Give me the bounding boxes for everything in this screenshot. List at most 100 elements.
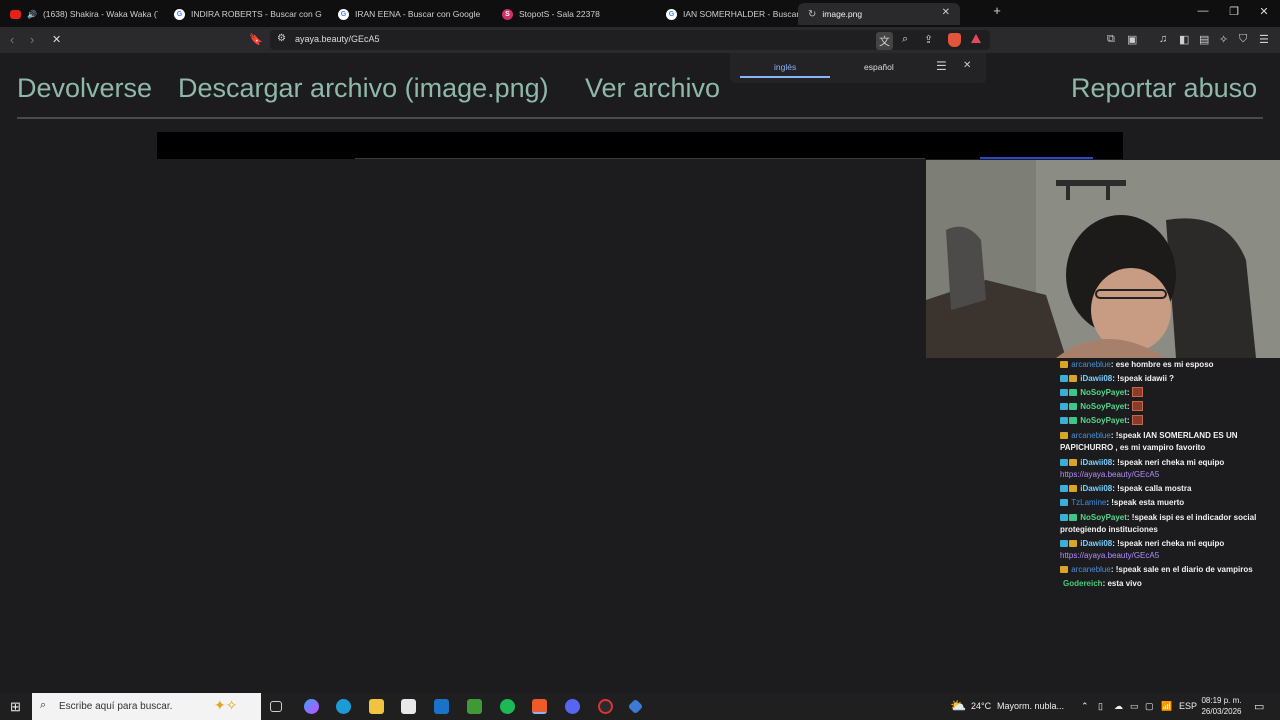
back-icon[interactable]: ‹: [10, 32, 14, 47]
tray-icon-3[interactable]: ▭: [1130, 701, 1139, 712]
site-settings-icon[interactable]: ⚙: [277, 33, 286, 44]
edge-icon[interactable]: [336, 699, 351, 714]
windows-taskbar: ⊞ ⌕ Escribe aquí para buscar. ✦✧ ⛅ 24°C …: [0, 693, 1280, 720]
sub-badge-icon: [1060, 361, 1068, 368]
leo-ai-icon[interactable]: ✧: [1219, 33, 1228, 46]
close-tab-icon[interactable]: ✕: [942, 7, 950, 18]
search-placeholder[interactable]: Escribe aquí para buscar.: [59, 701, 172, 712]
network-icon[interactable]: 📶: [1161, 701, 1172, 712]
notifications-icon[interactable]: ▭: [1254, 700, 1264, 713]
weather-desc[interactable]: Mayorm. nubla...: [997, 701, 1064, 711]
chat-message: iDawii08: !speak idawii ?: [1060, 373, 1278, 385]
chat-username[interactable]: NoSoyPayet: [1080, 416, 1127, 425]
discord-icon[interactable]: [565, 699, 580, 714]
tray-icon-2[interactable]: ☁: [1114, 701, 1123, 712]
chat-username[interactable]: iDawii08: [1080, 539, 1112, 548]
tab-image-png[interactable]: ↻ image.png ✕: [798, 3, 960, 25]
image-preview: [157, 132, 1123, 159]
webcam-overlay: [926, 160, 1280, 358]
stop-loading-icon[interactable]: ✕: [52, 33, 61, 46]
tab-google-indira[interactable]: G INDIRA ROBERTS - Buscar con Googl: [164, 3, 322, 25]
chat-username[interactable]: iDawii08: [1080, 458, 1112, 467]
chat-username[interactable]: arcaneblue: [1071, 431, 1111, 440]
webcam-image: [926, 160, 1280, 358]
speaker-icon[interactable]: 🔊: [27, 10, 37, 19]
url-text[interactable]: ayaya.beauty/GEcA5: [295, 34, 380, 44]
extensions-icon[interactable]: ⧉: [1107, 33, 1115, 46]
tray-icon-4[interactable]: ▢: [1145, 701, 1154, 712]
translate-icon[interactable]: 文: [876, 32, 893, 50]
view-file-link[interactable]: Ver archivo: [585, 73, 720, 104]
brave-shields-icon[interactable]: [948, 33, 961, 47]
download-link[interactable]: Descargar archivo (image.png): [178, 73, 549, 104]
weather-temp[interactable]: 24°C: [971, 701, 991, 711]
wallet-card-icon[interactable]: ▤: [1199, 33, 1209, 46]
spotify-icon[interactable]: [500, 699, 515, 714]
language-indicator[interactable]: ESP: [1179, 701, 1197, 711]
new-tab-button[interactable]: +: [982, 3, 1012, 18]
mod-badge-icon: [1060, 375, 1068, 382]
app-icon[interactable]: [627, 698, 644, 715]
tab-google-iran[interactable]: G IRAN EENA - Buscar con Google: [328, 3, 486, 25]
menu-icon[interactable]: ☰: [1259, 33, 1269, 46]
close-window-button[interactable]: ✕: [1249, 5, 1279, 18]
mod-badge-icon: [1060, 389, 1068, 396]
chat-username[interactable]: iDawii08: [1080, 484, 1112, 493]
minecraft-icon[interactable]: [467, 699, 482, 714]
tab-label: (1638) Shakira - Waka Waka (This: [42, 9, 158, 19]
show-hidden-icons[interactable]: ⌃: [1081, 701, 1089, 712]
tray-icon-1[interactable]: ▯: [1098, 701, 1103, 712]
taskbar-search[interactable]: ⌕ Escribe aquí para buscar. ✦✧: [32, 693, 261, 720]
store-icon[interactable]: [401, 699, 416, 714]
chat-username[interactable]: TzLamine: [1071, 498, 1106, 507]
bookmark-icon[interactable]: 🔖: [249, 33, 263, 46]
tab-label: image.png: [822, 9, 863, 19]
close-translate-icon[interactable]: ✕: [963, 60, 971, 71]
windows-start-icon[interactable]: ⊞: [10, 699, 21, 715]
chat-username[interactable]: NoSoyPayet: [1080, 513, 1127, 522]
address-bar[interactable]: ⚙ ayaya.beauty/GEcA5 文 ⌕ ⇪: [270, 30, 990, 50]
brave-taskbar-icon[interactable]: [532, 699, 547, 714]
mod-badge-icon: [1060, 459, 1068, 466]
chat-link[interactable]: https://ayaya.beauty/GEcA5: [1060, 551, 1159, 560]
minimize-button[interactable]: —: [1188, 5, 1218, 17]
source-language-tab[interactable]: inglés: [774, 62, 796, 72]
nav-divider: [17, 117, 1263, 119]
chat-text: : !speak neri cheka mi equipo: [1112, 458, 1225, 467]
translate-options-icon[interactable]: ☰: [936, 59, 947, 73]
chat-link[interactable]: https://ayaya.beauty/GEcA5: [1060, 470, 1159, 479]
restore-button[interactable]: ❐: [1219, 5, 1249, 18]
browser-toolbar: ‹ › ✕ 🔖 ⚙ ayaya.beauty/GEcA5 文 ⌕ ⇪ ⧉ ▣ ♫…: [0, 27, 1280, 53]
task-view-icon[interactable]: [270, 701, 282, 712]
chat-username[interactable]: Godereich: [1063, 579, 1103, 588]
tab-stopots[interactable]: S StopotS - Sala 22378: [492, 3, 650, 25]
music-icon[interactable]: ♫: [1159, 33, 1167, 45]
file-explorer-icon[interactable]: [369, 699, 384, 714]
sidebar-icon[interactable]: ◧: [1179, 33, 1189, 46]
sub-badge-icon: [1060, 566, 1068, 573]
report-abuse-link[interactable]: Reportar abuso: [1071, 73, 1257, 104]
chat-username[interactable]: iDawii08: [1080, 374, 1112, 383]
clock[interactable]: 08:19 p. m. 26/03/2026: [1199, 695, 1244, 717]
tab-youtube[interactable]: 🔊 (1638) Shakira - Waka Waka (This: [0, 3, 158, 25]
chat-username[interactable]: NoSoyPayet: [1080, 388, 1127, 397]
brave-rewards-icon[interactable]: [971, 34, 981, 43]
mod-badge-icon: [1060, 417, 1068, 424]
wallet-icon[interactable]: ▣: [1127, 33, 1137, 46]
vpn-icon[interactable]: ⛉: [1239, 33, 1247, 46]
target-language-tab[interactable]: español: [864, 62, 894, 72]
steam-recorder-icon[interactable]: [598, 699, 613, 714]
chat-username[interactable]: NoSoyPayet: [1080, 402, 1127, 411]
tab-google-ian[interactable]: G IAN SOMERHALDER - Buscar con: [656, 3, 798, 25]
chat-username[interactable]: arcaneblue: [1071, 360, 1111, 369]
zoom-icon[interactable]: ⌕: [902, 33, 908, 46]
forward-icon[interactable]: ›: [30, 32, 34, 47]
weather-icon[interactable]: ⛅: [950, 698, 966, 714]
chat-message: arcaneblue: !speak sale en el diario de …: [1060, 564, 1278, 576]
copilot-icon[interactable]: [304, 699, 319, 714]
chat-username[interactable]: arcaneblue: [1071, 565, 1111, 574]
sub-badge-icon: [1069, 459, 1077, 466]
share-icon[interactable]: ⇪: [924, 33, 933, 46]
back-link[interactable]: Devolverse: [17, 73, 152, 104]
outlook-icon[interactable]: [434, 699, 449, 714]
